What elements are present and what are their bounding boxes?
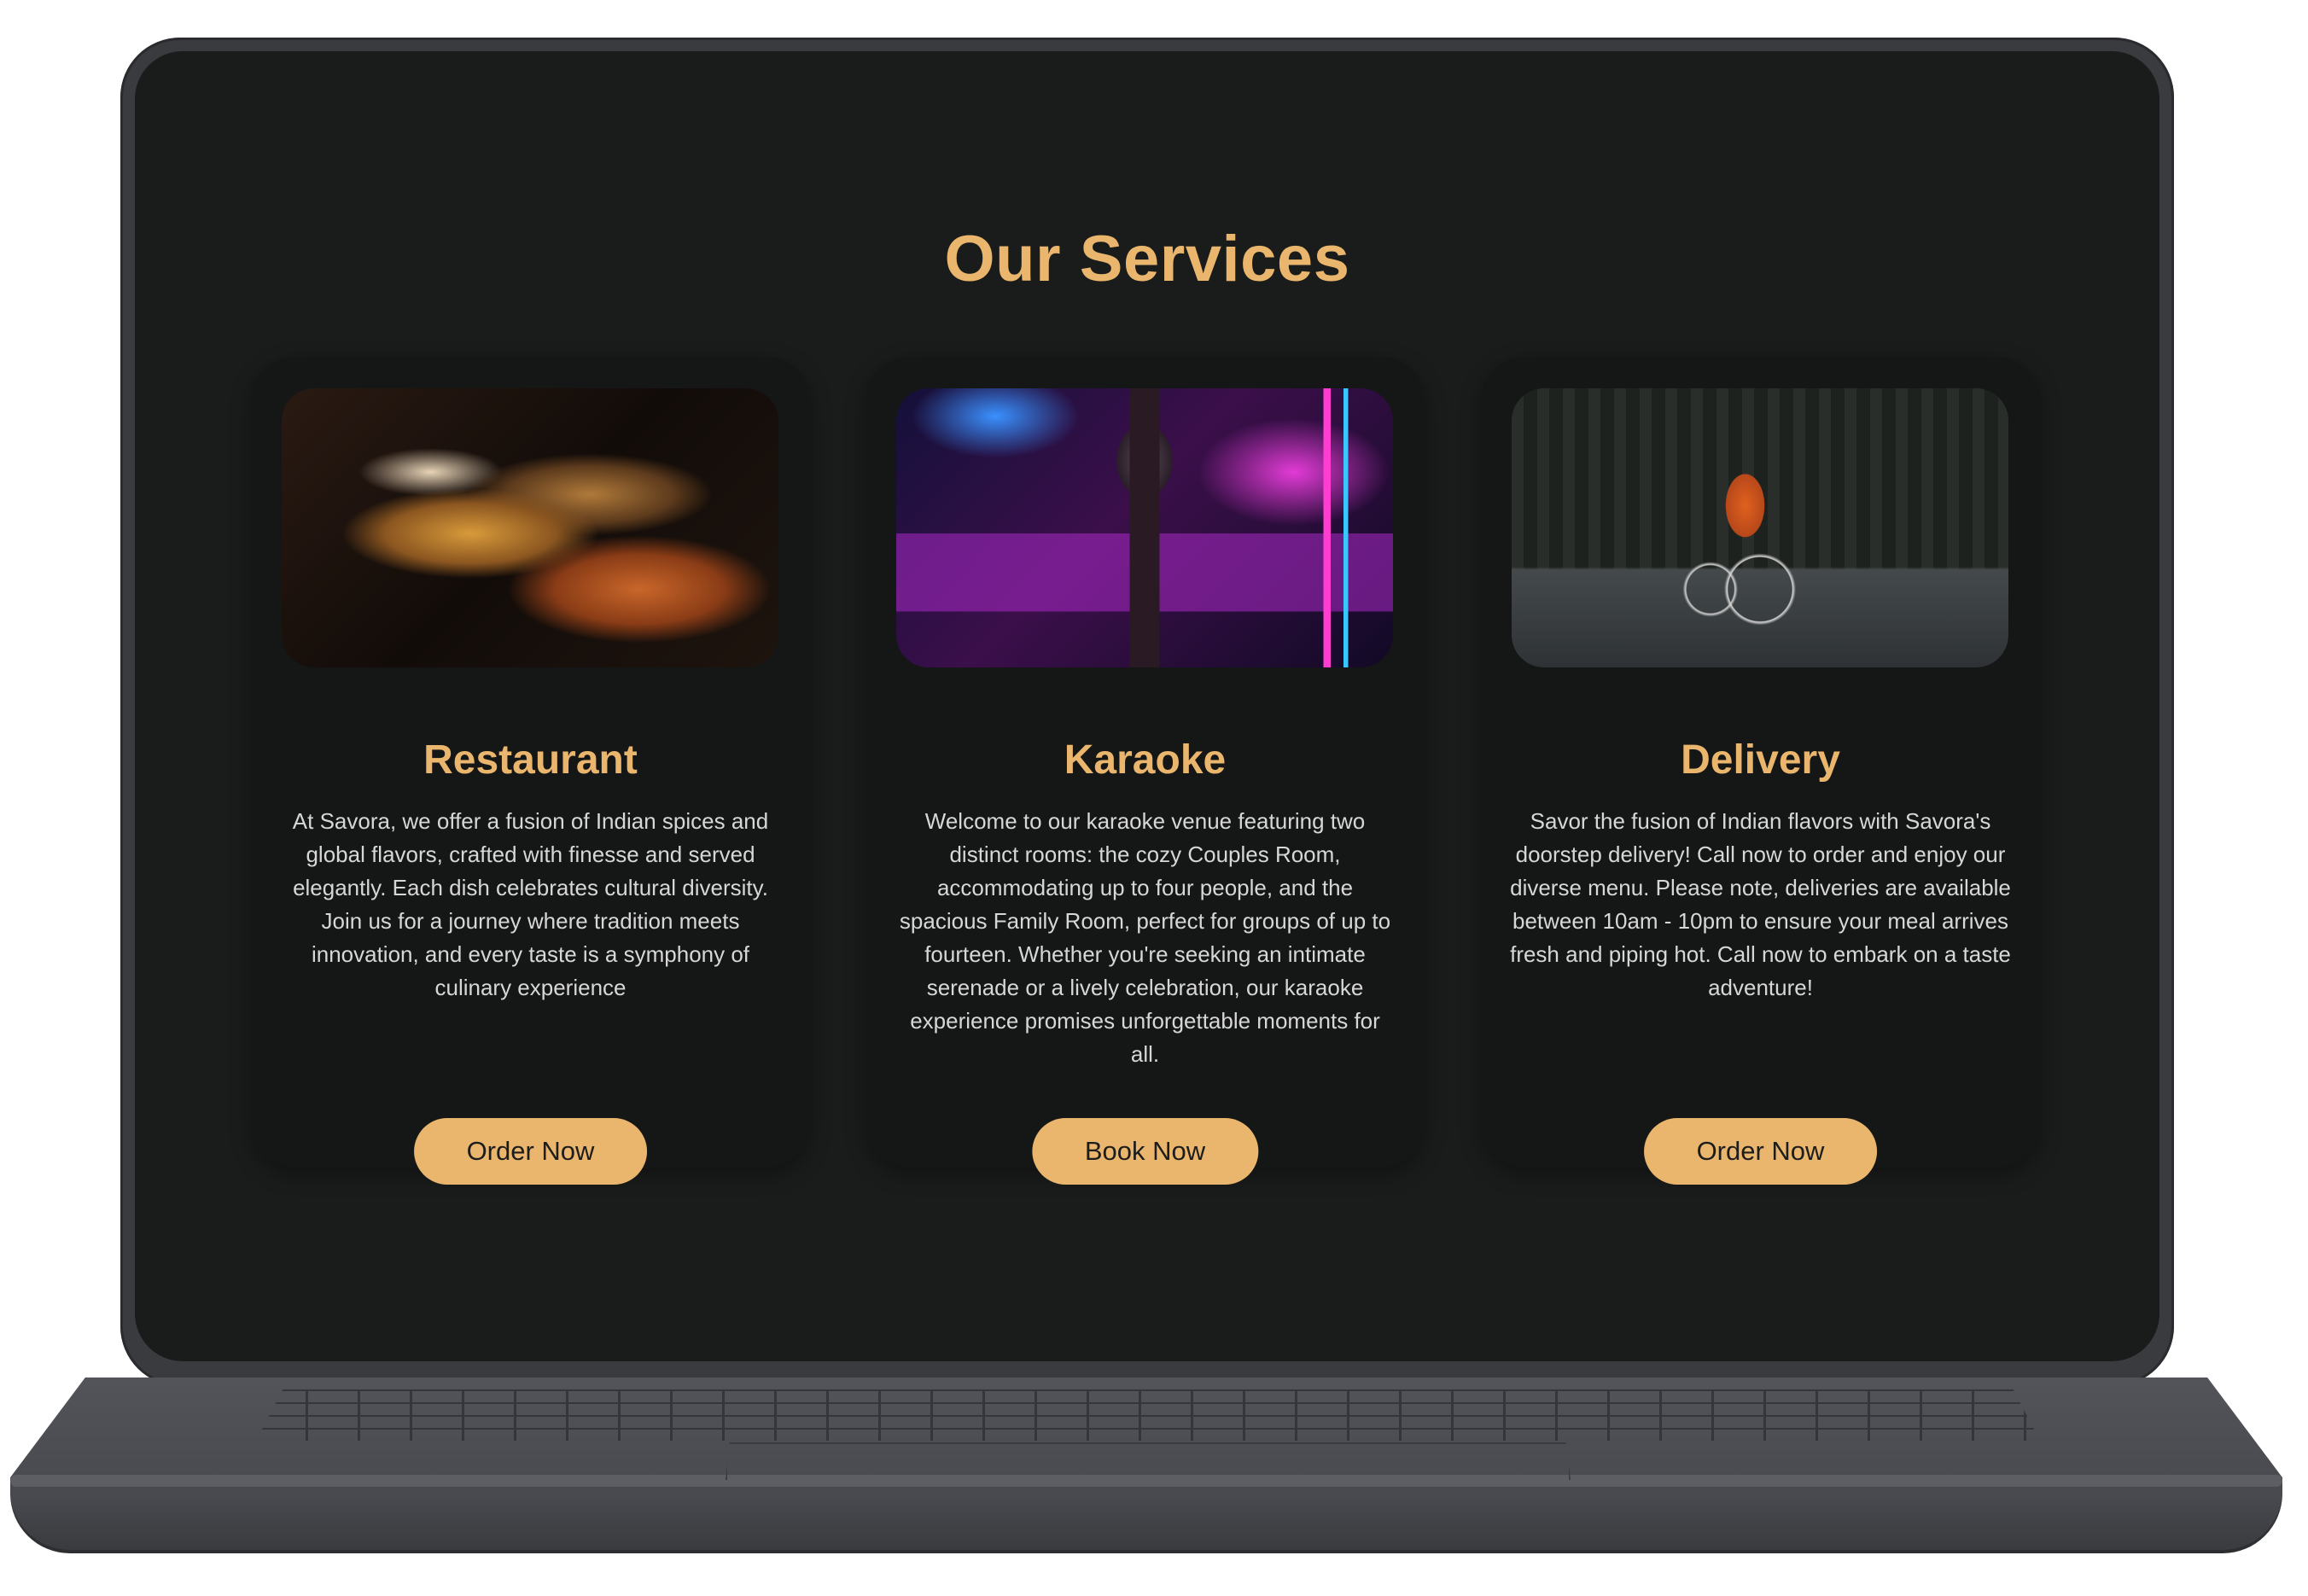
order-now-button[interactable]: Order Now xyxy=(413,1118,648,1185)
laptop-keyboard xyxy=(256,1389,2040,1441)
order-now-button[interactable]: Order Now xyxy=(1643,1118,1878,1185)
service-card-restaurant: Restaurant At Savora, we offer a fusion … xyxy=(251,357,810,1185)
card-title: Karaoke xyxy=(1064,737,1227,783)
book-now-button[interactable]: Book Now xyxy=(1031,1118,1259,1185)
laptop-trackpad xyxy=(726,1442,1571,1480)
card-title: Restaurant xyxy=(423,737,638,783)
service-card-karaoke: Karaoke Welcome to our karaoke venue fea… xyxy=(866,357,1425,1185)
card-description: Savor the fusion of Indian flavors with … xyxy=(1510,808,2011,1000)
karaoke-image xyxy=(896,388,1393,667)
card-title: Delivery xyxy=(1681,737,1840,783)
card-description: Welcome to our karaoke venue featuring t… xyxy=(899,808,1391,1067)
service-card-delivery: Delivery Savor the fusion of Indian flav… xyxy=(1481,357,2040,1185)
card-description: At Savora, we offer a fusion of Indian s… xyxy=(292,808,769,1000)
delivery-image xyxy=(1512,388,2008,667)
section-title: Our Services xyxy=(944,223,1350,295)
laptop-screen: Our Services Restaurant At Savora, we of… xyxy=(135,51,2159,1361)
restaurant-image xyxy=(282,388,778,667)
